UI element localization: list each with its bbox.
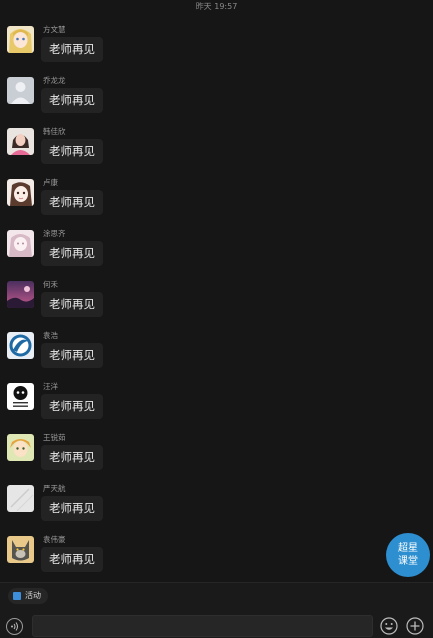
scenery-icon [7, 281, 34, 308]
activity-button[interactable]: 活动 [8, 588, 48, 604]
avatar[interactable] [7, 128, 34, 155]
activity-icon [13, 592, 21, 600]
voice-icon [11, 622, 18, 631]
message-bubble[interactable]: 老师再见 [41, 547, 103, 572]
sender-name: 乔龙龙 [43, 76, 66, 85]
message-bubble[interactable]: 老师再见 [41, 496, 103, 521]
logo-icon [7, 332, 34, 359]
sender-name: 方文慧 [43, 25, 66, 34]
avatar[interactable] [7, 77, 34, 104]
pastel-anime-icon [7, 230, 34, 257]
light-pattern-icon [7, 485, 34, 512]
list-item: 卢康 老师再见 [7, 178, 307, 229]
message-bubble[interactable]: 老师再见 [41, 190, 103, 215]
activity-label: 活动 [25, 591, 41, 600]
chat-screen: 昨天 19:57 方文慧 老师再见 乔龙龙 老师再见 韩佳欣 老师再见 卢康 老… [0, 0, 433, 638]
list-item: 何禾 老师再见 [7, 280, 307, 331]
avatar[interactable] [7, 485, 34, 512]
list-item: 严天航 老师再见 [7, 484, 307, 535]
sender-name: 何禾 [43, 280, 58, 289]
anime-girl-icon [7, 179, 34, 206]
sender-name: 严天航 [43, 484, 66, 493]
message-list[interactable]: 方文慧 老师再见 乔龙龙 老师再见 韩佳欣 老师再见 卢康 老师再见 涂思齐 老… [0, 0, 433, 582]
message-input[interactable] [32, 615, 373, 637]
anime-blonde-girl-icon [7, 26, 34, 53]
add-icon[interactable] [406, 617, 424, 635]
avatar[interactable] [7, 26, 34, 53]
list-item: 乔龙龙 老师再见 [7, 76, 307, 127]
sender-name: 袁伟豪 [43, 535, 66, 544]
wolf-icon [7, 536, 34, 563]
avatar[interactable] [7, 281, 34, 308]
avatar[interactable] [7, 536, 34, 563]
anime-boy-icon [7, 434, 34, 461]
message-bubble[interactable]: 老师再见 [41, 241, 103, 266]
message-bubble[interactable]: 老师再见 [41, 343, 103, 368]
default-person-icon [7, 77, 34, 104]
voice-button[interactable] [6, 618, 23, 635]
message-bubble[interactable]: 老师再见 [41, 394, 103, 419]
fab-label-line2: 课堂 [398, 556, 418, 567]
list-item: 汪洋 老师再见 [7, 382, 307, 433]
avatar[interactable] [7, 383, 34, 410]
avatar[interactable] [7, 332, 34, 359]
avatar[interactable] [7, 434, 34, 461]
sender-name: 卢康 [43, 178, 58, 187]
girl-photo-icon [7, 128, 34, 155]
emoji-icon[interactable] [380, 617, 398, 635]
list-item: 韩佳欣 老师再见 [7, 127, 307, 178]
input-bar: 活动 [0, 583, 433, 638]
chaoxing-classroom-button[interactable]: 超星 课堂 [386, 533, 430, 577]
fab-label-line1: 超星 [398, 543, 418, 554]
list-item: 涂思齐 老师再见 [7, 229, 307, 280]
list-item: 袁浩 老师再见 [7, 331, 307, 382]
message-bubble[interactable]: 老师再见 [41, 292, 103, 317]
list-item: 王锐茹 老师再见 [7, 433, 307, 484]
avatar[interactable] [7, 179, 34, 206]
avatar[interactable] [7, 230, 34, 257]
sender-name: 袁浩 [43, 331, 58, 340]
message-bubble[interactable]: 老师再见 [41, 37, 103, 62]
sender-name: 王锐茹 [43, 433, 66, 442]
message-bubble[interactable]: 老师再见 [41, 139, 103, 164]
message-bubble[interactable]: 老师再见 [41, 88, 103, 113]
list-item: 方文慧 老师再见 [7, 25, 307, 76]
message-bubble[interactable]: 老师再见 [41, 445, 103, 470]
sender-name: 汪洋 [43, 382, 58, 391]
sender-name: 韩佳欣 [43, 127, 66, 136]
meme-icon [7, 383, 34, 410]
list-item: 袁伟豪 老师再见 [7, 535, 307, 586]
sender-name: 涂思齐 [43, 229, 66, 238]
